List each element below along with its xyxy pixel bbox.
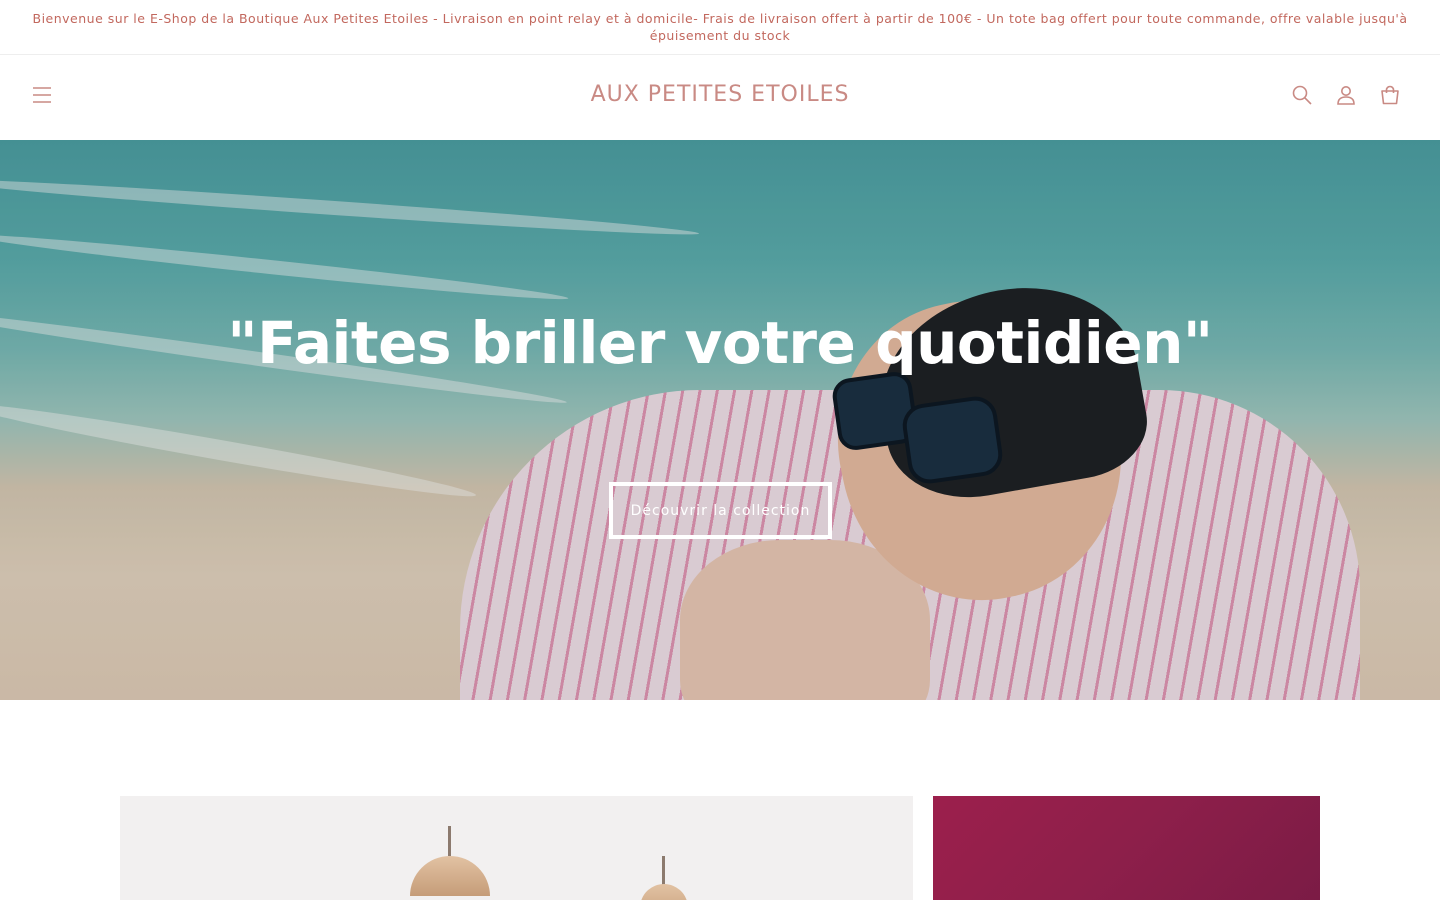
announcement-bar: Bienvenue sur le E-Shop de la Boutique A… bbox=[0, 0, 1440, 55]
account-button[interactable] bbox=[1326, 77, 1366, 117]
hero-overlay bbox=[0, 140, 1440, 700]
hero-banner: "Faites briller votre quotidien" Découvr… bbox=[0, 140, 1440, 700]
search-icon bbox=[1292, 85, 1312, 109]
announcement-text: Bienvenue sur le E-Shop de la Boutique A… bbox=[32, 11, 1408, 43]
hero-heading: "Faites briller votre quotidien" bbox=[227, 309, 1213, 377]
collection-card-clothing[interactable] bbox=[120, 796, 913, 900]
cart-icon bbox=[1380, 85, 1400, 109]
site-header: AUX PETITES ETOILES bbox=[0, 55, 1440, 140]
account-icon bbox=[1336, 85, 1356, 109]
discover-collection-button[interactable]: Découvrir la collection bbox=[609, 482, 832, 539]
search-button[interactable] bbox=[1282, 77, 1322, 117]
site-logo[interactable]: AUX PETITES ETOILES bbox=[0, 82, 1440, 107]
cart-button[interactable] bbox=[1370, 77, 1410, 117]
collection-card-accessories[interactable] bbox=[933, 796, 1320, 900]
